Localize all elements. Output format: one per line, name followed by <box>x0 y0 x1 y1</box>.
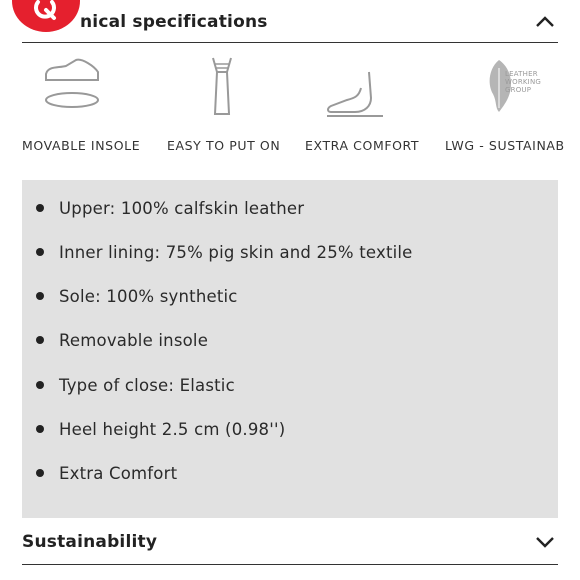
bullet-icon <box>36 469 44 477</box>
list-item: Removable insole <box>22 328 208 352</box>
sustainability-header[interactable]: Sustainability <box>22 520 558 565</box>
list-item: Type of close: Elastic <box>22 373 235 397</box>
sustainability-title: Sustainability <box>22 532 158 552</box>
chevron-up-icon <box>536 16 554 27</box>
list-item: Upper: 100% calfskin leather <box>22 196 304 220</box>
bullet-icon <box>36 204 44 212</box>
spec-text: Sole: 100% synthetic <box>59 286 238 306</box>
bullet-icon <box>36 381 44 389</box>
spec-text: Upper: 100% calfskin leather <box>59 198 305 218</box>
bullet-icon <box>36 336 44 344</box>
feature-label: MOVABLE INSOLE <box>22 138 141 153</box>
bullet-icon <box>36 248 44 256</box>
features-row: MOVABLE INSOLE EASY TO PUT ON EXTRA COMF… <box>0 52 580 162</box>
feature-label: EASY TO PUT ON <box>167 138 281 153</box>
spec-text: Inner lining: 75% pig skin and 25% texti… <box>59 242 413 262</box>
brand-logo-icon <box>34 0 56 20</box>
feature-label: LWG - SUSTAINAB <box>445 138 565 153</box>
feature-movable-insole: MOVABLE INSOLE <box>22 52 152 162</box>
foot-comfort-icon <box>327 71 383 117</box>
feature-lwg-sustainable: LEATHER WORKING GROUP LWG - SUSTAINAB <box>445 52 580 162</box>
list-item: Sole: 100% synthetic <box>22 284 238 308</box>
spec-text: Extra Comfort <box>59 463 178 483</box>
spec-text: Type of close: Elastic <box>59 375 235 395</box>
list-item: Extra Comfort <box>22 461 177 485</box>
spec-text: Heel height 2.5 cm (0.98'') <box>59 419 286 439</box>
feature-easy-to-put-on: EASY TO PUT ON <box>167 52 287 162</box>
feature-label: EXTRA COMFORT <box>305 138 420 153</box>
insole-shoe-icon <box>45 58 99 108</box>
chevron-down-icon <box>536 537 554 548</box>
bullet-icon <box>36 292 44 300</box>
spec-text: Removable insole <box>59 330 209 350</box>
specifications-panel: Upper: 100% calfskin leather Inner linin… <box>22 180 558 518</box>
bullet-icon <box>36 425 44 433</box>
list-item: Inner lining: 75% pig skin and 25% texti… <box>22 240 413 264</box>
technical-specifications-header[interactable]: nical specifications <box>22 2 558 43</box>
lwg-logo-icon: LEATHER WORKING GROUP <box>485 58 555 114</box>
feature-extra-comfort: EXTRA COMFORT <box>305 52 430 162</box>
list-item: Heel height 2.5 cm (0.98'') <box>22 417 285 441</box>
elastic-strap-icon <box>212 57 232 115</box>
technical-specifications-title: nical specifications <box>80 12 268 32</box>
